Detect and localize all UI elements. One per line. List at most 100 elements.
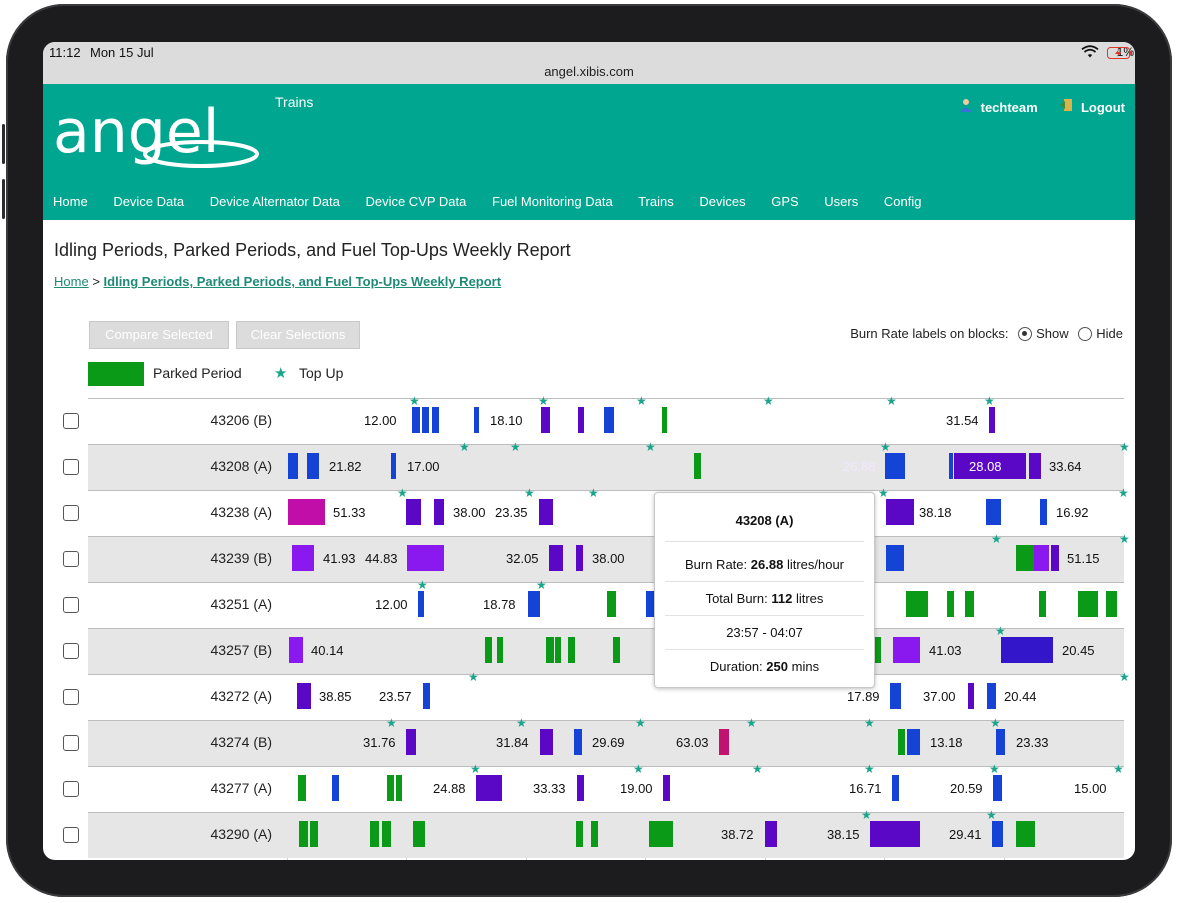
idling-period-block[interactable] [288, 499, 325, 525]
idling-period-block[interactable] [992, 821, 1003, 847]
idling-period-block[interactable] [406, 499, 421, 525]
idling-period-block[interactable] [870, 821, 920, 847]
breadcrumb-current[interactable]: Idling Periods, Parked Periods, and Fuel… [104, 274, 502, 289]
parked-period-block[interactable] [497, 637, 503, 663]
compare-selected-button[interactable]: Compare Selected [89, 321, 229, 349]
parked-period-block[interactable] [1078, 591, 1098, 617]
parked-period-block[interactable] [906, 591, 928, 617]
logout-link[interactable]: Logout [1081, 100, 1125, 115]
nav-users[interactable]: Users [824, 194, 858, 209]
parked-period-block[interactable] [607, 591, 616, 617]
top-up-star-icon[interactable]: ★ [984, 395, 995, 407]
parked-period-block[interactable] [1016, 545, 1034, 571]
top-up-star-icon[interactable]: ★ [633, 763, 644, 775]
nav-gps[interactable]: GPS [771, 194, 798, 209]
angel-logo[interactable]: angel Trains [51, 92, 321, 187]
idling-period-block[interactable] [890, 683, 901, 709]
top-up-star-icon[interactable]: ★ [386, 717, 397, 729]
parked-period-block[interactable] [413, 821, 425, 847]
parked-period-block[interactable] [649, 821, 673, 847]
idling-period-block[interactable] [297, 683, 311, 709]
parked-period-block[interactable] [875, 637, 881, 663]
idling-period-block[interactable] [332, 775, 339, 801]
idling-period-block[interactable] [907, 729, 920, 755]
top-up-star-icon[interactable]: ★ [990, 717, 1001, 729]
row-checkbox[interactable] [63, 781, 79, 797]
parked-period-block[interactable] [568, 637, 575, 663]
parked-period-block[interactable] [370, 821, 379, 847]
idling-period-block[interactable] [407, 545, 444, 571]
idling-period-block[interactable] [1040, 499, 1047, 525]
idling-period-block[interactable] [577, 775, 584, 801]
idling-period-block[interactable] [574, 729, 582, 755]
idling-period-block[interactable] [996, 729, 1005, 755]
top-up-star-icon[interactable]: ★ [880, 441, 891, 453]
parked-period-block[interactable] [576, 821, 583, 847]
nav-trains[interactable]: Trains [638, 194, 674, 209]
idling-period-block[interactable] [1034, 545, 1049, 571]
top-up-star-icon[interactable]: ★ [746, 717, 757, 729]
parked-period-block[interactable] [1016, 821, 1035, 847]
row-checkbox[interactable] [63, 827, 79, 843]
idling-period-block[interactable] [423, 683, 430, 709]
idling-period-block[interactable] [549, 545, 563, 571]
breadcrumb-home[interactable]: Home [54, 274, 89, 289]
nav-device-cvp-data[interactable]: Device CVP Data [365, 194, 466, 209]
top-up-star-icon[interactable]: ★ [538, 395, 549, 407]
idling-period-block[interactable] [289, 637, 303, 663]
top-up-star-icon[interactable]: ★ [886, 395, 897, 407]
idling-period-block[interactable] [412, 407, 420, 433]
parked-period-block[interactable] [662, 407, 667, 433]
idling-period-block[interactable] [646, 591, 654, 617]
idling-period-block[interactable] [968, 683, 974, 709]
top-up-star-icon[interactable]: ★ [1113, 763, 1124, 775]
idling-period-block[interactable] [765, 821, 777, 847]
top-up-star-icon[interactable]: ★ [524, 487, 535, 499]
parked-period-block[interactable] [591, 821, 598, 847]
idling-period-block[interactable] [474, 407, 479, 433]
idling-period-block[interactable] [986, 499, 1001, 525]
top-up-star-icon[interactable]: ★ [417, 579, 428, 591]
nav-device-data[interactable]: Device Data [113, 194, 184, 209]
top-up-star-icon[interactable]: ★ [864, 717, 875, 729]
top-up-star-icon[interactable]: ★ [397, 487, 408, 499]
idling-period-block[interactable] [1001, 637, 1053, 663]
idling-period-block[interactable] [1029, 453, 1041, 479]
idling-period-block[interactable] [528, 591, 540, 617]
parked-period-block[interactable] [310, 821, 318, 847]
parked-period-block[interactable] [1039, 591, 1046, 617]
top-up-star-icon[interactable]: ★ [510, 441, 521, 453]
idling-period-block[interactable] [540, 729, 553, 755]
idling-period-block[interactable] [892, 775, 899, 801]
top-up-star-icon[interactable]: ★ [409, 395, 420, 407]
parked-period-block[interactable] [396, 775, 402, 801]
nav-device-alternator-data[interactable]: Device Alternator Data [210, 194, 340, 209]
top-up-star-icon[interactable]: ★ [991, 533, 1002, 545]
idling-period-block[interactable] [406, 729, 416, 755]
top-up-star-icon[interactable]: ★ [986, 809, 997, 821]
top-up-star-icon[interactable]: ★ [635, 717, 646, 729]
idling-period-block[interactable] [422, 407, 429, 433]
row-checkbox[interactable] [63, 689, 79, 705]
parked-period-block[interactable] [965, 591, 974, 617]
parked-period-block[interactable] [1106, 591, 1117, 617]
idling-period-block[interactable] [993, 775, 1002, 801]
clear-selections-button[interactable]: Clear Selections [236, 321, 360, 349]
row-checkbox[interactable] [63, 459, 79, 475]
idling-period-block[interactable] [434, 499, 444, 525]
idling-period-block[interactable] [292, 545, 314, 571]
top-up-star-icon[interactable]: ★ [1119, 533, 1130, 545]
idling-period-block[interactable] [391, 453, 396, 479]
idling-period-block[interactable] [578, 407, 584, 433]
parked-period-block[interactable] [298, 775, 306, 801]
top-up-star-icon[interactable]: ★ [536, 579, 547, 591]
idling-period-block[interactable] [576, 545, 583, 571]
top-up-star-icon[interactable]: ★ [645, 441, 656, 453]
row-checkbox[interactable] [63, 505, 79, 521]
idling-period-block[interactable] [432, 407, 439, 433]
top-up-star-icon[interactable]: ★ [470, 763, 481, 775]
top-up-star-icon[interactable]: ★ [1118, 487, 1129, 499]
top-up-star-icon[interactable]: ★ [516, 717, 527, 729]
parked-period-block[interactable] [898, 729, 905, 755]
idling-period-block[interactable] [307, 453, 319, 479]
